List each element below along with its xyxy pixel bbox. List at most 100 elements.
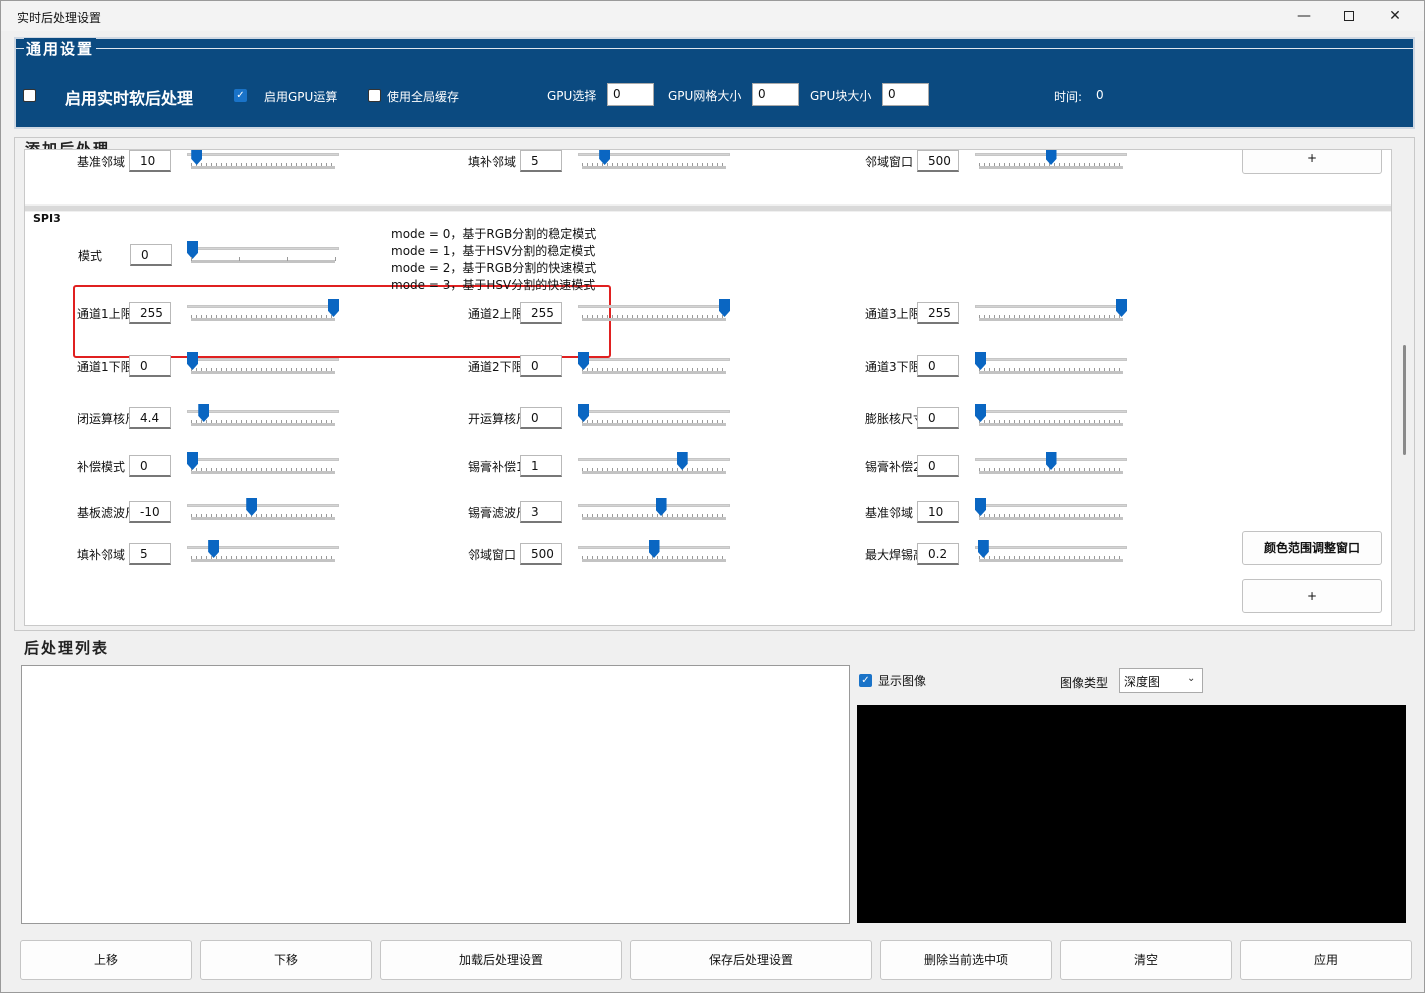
param-slider[interactable]: [578, 352, 730, 380]
gpu-block-input[interactable]: 0: [882, 83, 929, 106]
slider-ticks-base: [191, 371, 335, 374]
gpu-block-label: GPU块大小: [810, 89, 872, 103]
slider-ticks-base: [191, 559, 335, 562]
param-value-input[interactable]: 0: [520, 355, 562, 377]
mode-slider[interactable]: [187, 241, 339, 269]
enable-realtime-checkbox[interactable]: [23, 89, 36, 102]
slider-track: [975, 546, 1127, 549]
minimize-button[interactable]: —: [1281, 1, 1327, 31]
param-label: 补偿模式: [77, 460, 126, 474]
param-value-input[interactable]: -10: [129, 501, 171, 523]
param-slider[interactable]: [578, 404, 730, 432]
param-slider[interactable]: [578, 498, 730, 526]
param-value-input[interactable]: 0.2: [917, 543, 959, 565]
slider-track: [578, 305, 730, 308]
param-value-input[interactable]: 0: [917, 407, 959, 429]
param-value-input[interactable]: 0: [129, 355, 171, 377]
add-postprocess-group: 添加后处理 基准邻域10填补邻域5邻域窗口500+ SPI3 模式0mode =…: [14, 137, 1415, 631]
param-slider[interactable]: [578, 540, 730, 568]
move-down-button[interactable]: 下移: [200, 940, 372, 980]
add-plus-button-top[interactable]: +: [1242, 150, 1382, 174]
param-value-input[interactable]: 255: [520, 302, 562, 324]
param-value-input[interactable]: 0: [520, 407, 562, 429]
param-value-input[interactable]: 10: [917, 501, 959, 523]
param-value-input[interactable]: 4.4: [129, 407, 171, 429]
param-label: 锡膏滤波尺寸: [468, 506, 522, 520]
mode-label: 模式: [78, 249, 103, 263]
param-slider[interactable]: [187, 352, 339, 380]
param-label: 通道1下限: [77, 360, 131, 374]
param-slider[interactable]: [187, 498, 339, 526]
mode-tick: [287, 257, 288, 261]
param-slider[interactable]: [187, 404, 339, 432]
scrollbar-thumb[interactable]: [1403, 345, 1406, 455]
move-up-button[interactable]: 上移: [20, 940, 192, 980]
general-settings-group: 通用设置 启用实时软后处理 ✓ 启用GPU运算 使用全局缓存 GPU选择 0 G…: [14, 37, 1415, 129]
param-slider[interactable]: [578, 299, 730, 327]
param-slider[interactable]: [975, 540, 1127, 568]
maximize-button[interactable]: [1326, 1, 1372, 31]
gpu-select-input[interactable]: 0: [607, 83, 654, 106]
slider-track: [578, 358, 730, 361]
delete-selected-button[interactable]: 删除当前选中项: [880, 940, 1052, 980]
param-slider[interactable]: [187, 452, 339, 480]
param-label: 填补邻域: [468, 155, 517, 169]
param-slider[interactable]: [975, 452, 1127, 480]
show-image-checkbox[interactable]: ✓: [859, 674, 872, 687]
clear-button[interactable]: 清空: [1060, 940, 1232, 980]
param-slider[interactable]: [975, 352, 1127, 380]
param-slider[interactable]: [975, 404, 1127, 432]
param-slider[interactable]: [187, 299, 339, 327]
slider-ticks-base: [582, 423, 726, 426]
slider-ticks-base: [582, 166, 726, 169]
param-label: 最大焊锡高度: [865, 548, 919, 562]
param-value-input[interactable]: 500: [917, 150, 959, 172]
param-value-input[interactable]: 10: [129, 150, 171, 172]
param-slider[interactable]: [578, 150, 730, 175]
global-cache-checkbox[interactable]: [368, 89, 381, 102]
add-plus-button[interactable]: +: [1242, 579, 1382, 613]
panel-separator: [25, 206, 1391, 211]
param-value-input[interactable]: 500: [520, 543, 562, 565]
param-value-input[interactable]: 0: [917, 455, 959, 477]
gpu-compute-checkbox[interactable]: ✓: [234, 89, 247, 102]
close-button[interactable]: ✕: [1372, 1, 1418, 31]
color-range-button[interactable]: 颜色范围调整窗口: [1242, 531, 1382, 565]
param-value-input[interactable]: 5: [520, 150, 562, 172]
param-value-input[interactable]: 0: [917, 355, 959, 377]
mode-note: mode = 2，基于RGB分割的快速模式: [391, 261, 597, 275]
param-label: 通道3上限: [865, 307, 919, 321]
apply-button[interactable]: 应用: [1240, 940, 1412, 980]
gpu-grid-input[interactable]: 0: [752, 83, 799, 106]
load-settings-button[interactable]: 加载后处理设置: [380, 940, 622, 980]
show-image-label: 显示图像: [878, 674, 927, 688]
slider-track: [578, 458, 730, 461]
slider-track: [187, 247, 339, 250]
slider-ticks-base: [582, 318, 726, 321]
param-label: 锡膏补偿1: [468, 460, 522, 474]
save-settings-button[interactable]: 保存后处理设置: [630, 940, 872, 980]
param-value-input[interactable]: 255: [129, 302, 171, 324]
slider-track: [975, 504, 1127, 507]
param-slider[interactable]: [187, 150, 339, 175]
param-value-input[interactable]: 255: [917, 302, 959, 324]
vertical-scrollbar[interactable]: [1400, 160, 1410, 625]
minimize-icon: —: [1297, 8, 1311, 24]
param-slider[interactable]: [975, 150, 1127, 175]
slider-ticks-base: [979, 371, 1123, 374]
postprocess-list[interactable]: [21, 665, 850, 924]
slider-ticks-base: [191, 423, 335, 426]
slider-track: [187, 358, 339, 361]
mode-value-input[interactable]: 0: [130, 244, 172, 266]
param-value-input[interactable]: 3: [520, 501, 562, 523]
param-slider[interactable]: [975, 299, 1127, 327]
slider-ticks-base: [979, 318, 1123, 321]
param-slider[interactable]: [975, 498, 1127, 526]
param-value-input[interactable]: 5: [129, 543, 171, 565]
param-slider[interactable]: [187, 540, 339, 568]
postprocess-scroll-area[interactable]: 基准邻域 10 填补邻域 5 邻域窗口 500 + SPI3 模式 0 mode = 0，基于R…: [24, 149, 1392, 626]
param-value-input[interactable]: 0: [129, 455, 171, 477]
param-slider[interactable]: [578, 452, 730, 480]
param-label: 锡膏补偿2: [865, 460, 919, 474]
param-value-input[interactable]: 1: [520, 455, 562, 477]
